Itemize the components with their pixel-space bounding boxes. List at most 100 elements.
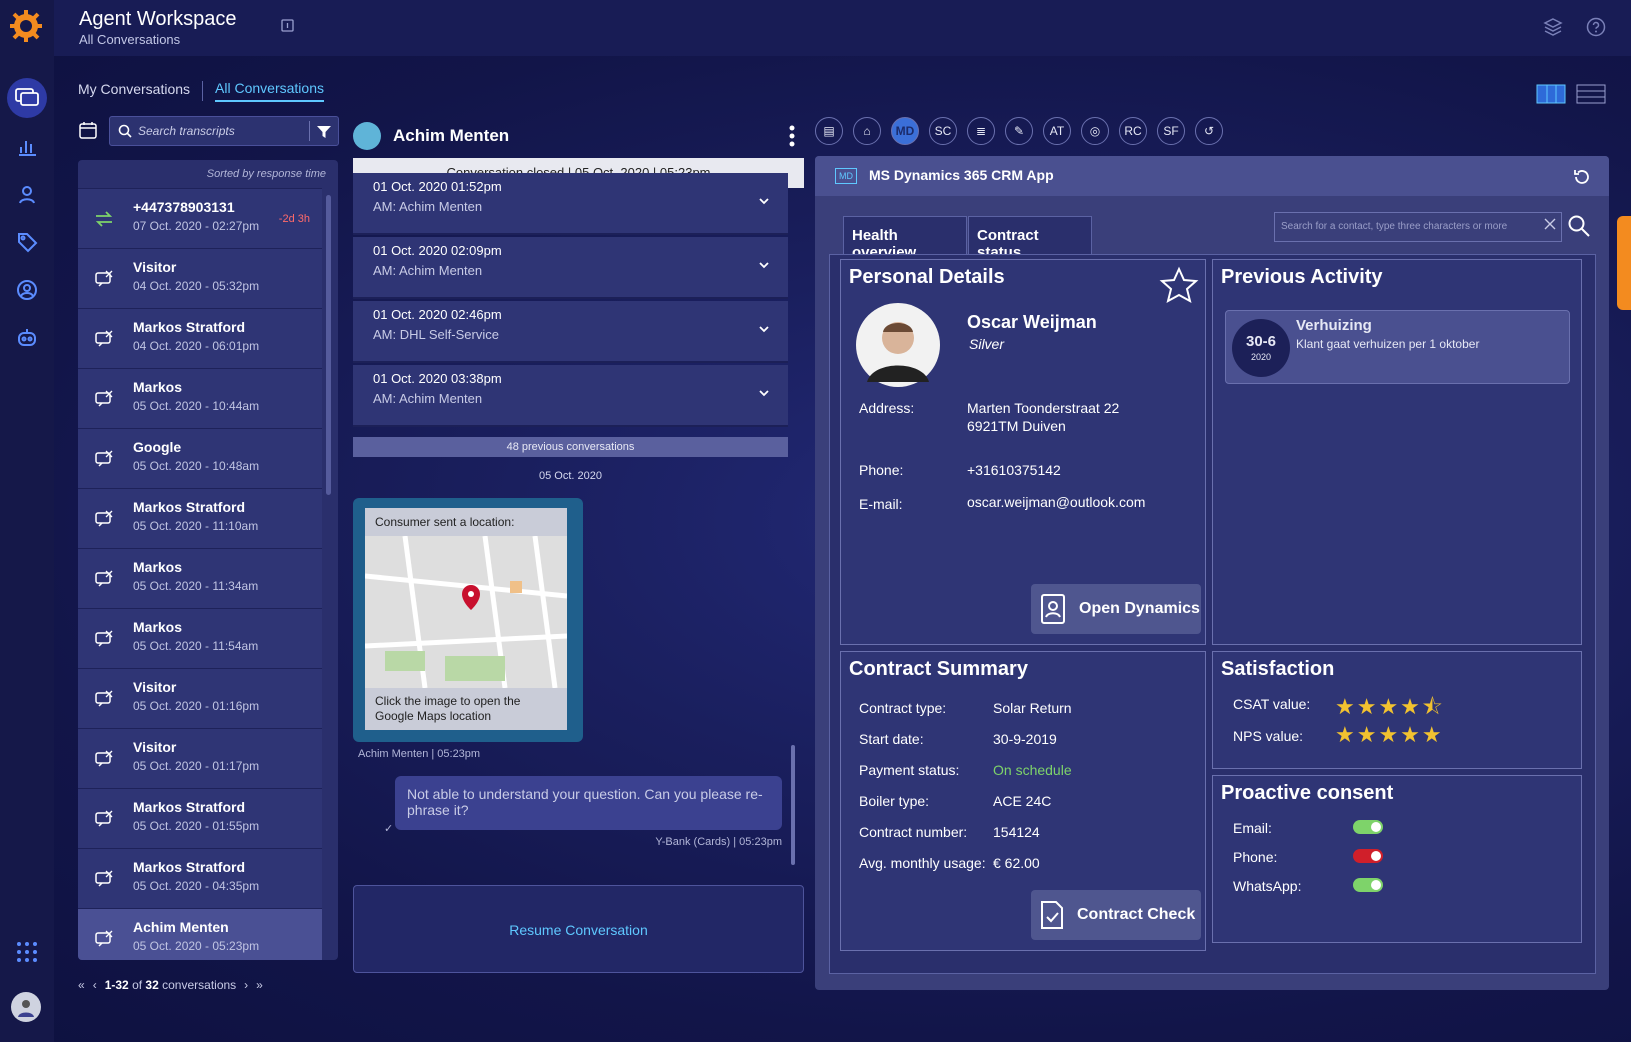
tab-health-overview[interactable]: Health overview bbox=[843, 216, 967, 261]
list-item[interactable]: Google 05 Oct. 2020 - 10:48am bbox=[78, 428, 322, 488]
resume-conversation-button[interactable]: Resume Conversation bbox=[353, 885, 804, 973]
toolbar-clipboard-icon[interactable]: ≣ bbox=[967, 117, 995, 145]
location-card[interactable]: Consumer sent a location: Click the imag… bbox=[365, 508, 567, 730]
toolbar-history-icon[interactable]: ↺ bbox=[1195, 117, 1223, 145]
location-title: Consumer sent a location: bbox=[375, 515, 515, 529]
app-subtitle: All Conversations bbox=[79, 32, 181, 47]
nav-tags-icon[interactable] bbox=[13, 228, 41, 256]
satisfaction-card: Satisfaction CSAT value: ★★★★⯪ NPS value… bbox=[1212, 651, 1582, 769]
list-item[interactable]: Markos Stratford 04 Oct. 2020 - 06:01pm bbox=[78, 308, 322, 368]
list-item[interactable]: Achim Menten 05 Oct. 2020 - 05:23pm bbox=[78, 908, 322, 960]
history-item[interactable]: 01 Oct. 2020 02:09pm AM: Achim Menten bbox=[353, 237, 788, 299]
toolbar-card-icon[interactable]: ▤ bbox=[815, 117, 843, 145]
contract-check-button[interactable]: Contract Check bbox=[1031, 890, 1201, 940]
split-view-icon[interactable] bbox=[1536, 84, 1566, 104]
toolbar-sf[interactable]: SF bbox=[1157, 117, 1185, 145]
calendar-icon[interactable] bbox=[79, 121, 97, 139]
toolbar-sc[interactable]: SC bbox=[929, 117, 957, 145]
activity-day: 30-6 bbox=[1245, 333, 1277, 350]
list-item[interactable]: Markos 05 Oct. 2020 - 11:34am bbox=[78, 548, 322, 608]
consent-email-label: Email: bbox=[1233, 820, 1272, 836]
history-item[interactable]: 01 Oct. 2020 02:46pm AM: DHL Self-Service bbox=[353, 301, 788, 363]
history-item[interactable]: 01 Oct. 2020 01:52pm AM: Achim Menten bbox=[353, 173, 788, 235]
clear-search-icon[interactable] bbox=[1543, 217, 1557, 231]
contact-tier: Silver bbox=[969, 336, 1005, 352]
phone-value: +31610375142 bbox=[967, 462, 1061, 478]
list-item[interactable]: Visitor 05 Oct. 2020 - 01:17pm bbox=[78, 728, 322, 788]
list-item[interactable]: Markos Stratford 05 Oct. 2020 - 01:55pm bbox=[78, 788, 322, 848]
favorite-star-icon[interactable] bbox=[1159, 266, 1199, 306]
previous-conversations[interactable]: 48 previous conversations bbox=[353, 437, 788, 457]
more-options-icon[interactable] bbox=[789, 124, 795, 148]
toolbar-edit-icon[interactable]: ✎ bbox=[1005, 117, 1033, 145]
whatsapp-consent-toggle[interactable] bbox=[1353, 878, 1383, 892]
toolbar-sport-icon[interactable]: ◎ bbox=[1081, 117, 1109, 145]
list-item[interactable]: +447378903131 07 Oct. 2020 - 02:27pm -2d 3… bbox=[78, 188, 322, 248]
tab-contract-status[interactable]: Contract status bbox=[968, 216, 1092, 261]
day-label: 05 Oct. 2020 bbox=[539, 470, 602, 482]
prev-page-icon[interactable]: ‹ bbox=[93, 978, 97, 992]
list-item[interactable]: Markos 05 Oct. 2020 - 10:44am bbox=[78, 368, 322, 428]
tab-divider bbox=[202, 81, 204, 101]
nav-bot-icon[interactable] bbox=[13, 324, 41, 352]
nps-label: NPS value: bbox=[1233, 728, 1304, 744]
activity-item[interactable]: 30-6 2020 Verhuizing Klant gaat verhuize… bbox=[1225, 310, 1570, 384]
info-icon[interactable] bbox=[281, 19, 294, 32]
toolbar-book-icon[interactable]: ⌂ bbox=[853, 117, 881, 145]
history-agent: AM: DHL Self-Service bbox=[373, 327, 499, 342]
email-consent-toggle[interactable] bbox=[1353, 820, 1383, 834]
activity-text: Klant gaat verhuizen per 1 oktober bbox=[1296, 337, 1480, 351]
list-scrollbar[interactable] bbox=[326, 195, 331, 495]
contract-row-value: € 62.00 bbox=[993, 855, 1040, 871]
refresh-icon[interactable] bbox=[1573, 168, 1591, 186]
list-item-name: Visitor bbox=[133, 739, 177, 755]
layers-icon[interactable] bbox=[1543, 17, 1563, 37]
toolbar-rc[interactable]: RC bbox=[1119, 117, 1147, 145]
list-item[interactable]: Markos Stratford 05 Oct. 2020 - 04:35pm bbox=[78, 848, 322, 908]
nav-analytics-icon[interactable] bbox=[13, 132, 41, 160]
list-view-icon[interactable] bbox=[1576, 84, 1606, 104]
next-page-icon[interactable]: › bbox=[244, 978, 248, 992]
list-item[interactable]: Visitor 05 Oct. 2020 - 01:16pm bbox=[78, 668, 322, 728]
nav-conversations-icon[interactable] bbox=[7, 78, 47, 118]
contact-search-input[interactable]: Search for a contact, type three charact… bbox=[1274, 212, 1562, 242]
toolbar-md[interactable]: MD bbox=[891, 117, 919, 145]
list-item-date: 05 Oct. 2020 - 01:16pm bbox=[133, 699, 260, 713]
side-drawer-handle[interactable] bbox=[1617, 216, 1631, 310]
nav-contacts-icon[interactable] bbox=[13, 276, 41, 304]
chevron-down-icon[interactable] bbox=[758, 259, 770, 271]
chat-closed-icon bbox=[95, 330, 113, 347]
list-item[interactable]: Visitor 04 Oct. 2020 - 05:32pm bbox=[78, 248, 322, 308]
previous-activity-card: Previous Activity 30-6 2020 Verhuizing K… bbox=[1212, 259, 1582, 645]
open-dynamics-button[interactable]: Open Dynamics bbox=[1031, 584, 1201, 634]
map-thumbnail[interactable] bbox=[365, 536, 567, 688]
tab-my-conversations[interactable]: My Conversations bbox=[78, 81, 190, 101]
search-icon[interactable] bbox=[1567, 214, 1591, 238]
list-item-name: Markos bbox=[133, 619, 183, 635]
history-item[interactable]: 01 Oct. 2020 03:38pm AM: Achim Menten bbox=[353, 365, 788, 427]
last-page-icon[interactable]: » bbox=[256, 978, 263, 992]
nav-agents-icon[interactable] bbox=[13, 180, 41, 208]
search-input[interactable]: Search transcripts bbox=[109, 116, 339, 146]
address-line-2: 6921TM Duiven bbox=[967, 418, 1066, 434]
tab-all-conversations[interactable]: All Conversations bbox=[215, 80, 324, 102]
apps-grid-icon[interactable] bbox=[13, 938, 41, 966]
list-item-date: 05 Oct. 2020 - 11:54am bbox=[133, 639, 259, 653]
chevron-down-icon[interactable] bbox=[758, 387, 770, 399]
list-item-name: Visitor bbox=[133, 259, 177, 275]
chevron-down-icon[interactable] bbox=[758, 323, 770, 335]
help-icon[interactable] bbox=[1586, 17, 1606, 37]
list-item[interactable]: Markos 05 Oct. 2020 - 11:54am bbox=[78, 608, 322, 668]
chat-scrollbar[interactable] bbox=[791, 745, 795, 865]
contact-photo bbox=[856, 303, 940, 387]
filter-icon[interactable] bbox=[316, 124, 332, 140]
first-page-icon[interactable]: « bbox=[78, 978, 85, 992]
user-avatar[interactable] bbox=[11, 992, 41, 1022]
contract-row-label: Contract type: bbox=[859, 700, 947, 716]
phone-consent-toggle[interactable] bbox=[1353, 849, 1383, 863]
toolbar-at[interactable]: AT bbox=[1043, 117, 1071, 145]
crm-badge: MD bbox=[835, 168, 857, 184]
search-divider bbox=[309, 121, 310, 141]
list-item[interactable]: Markos Stratford 05 Oct. 2020 - 11:10am bbox=[78, 488, 322, 548]
chevron-down-icon[interactable] bbox=[758, 195, 770, 207]
